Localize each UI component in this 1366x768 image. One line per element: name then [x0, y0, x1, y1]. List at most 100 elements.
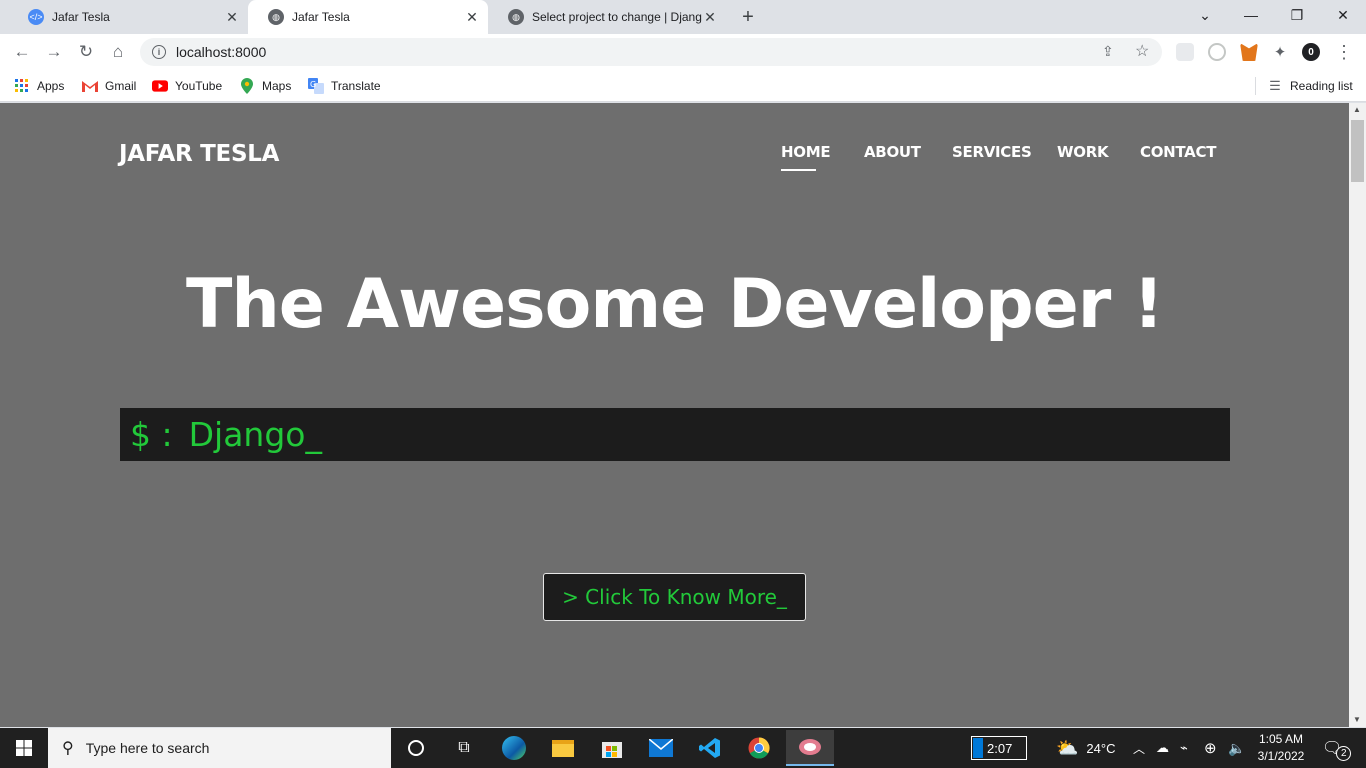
- show-hidden-icons-chevron[interactable]: ︿: [1133, 728, 1145, 768]
- windows-taskbar: ⚲ Type here to search ⧉ 2:07 ⛅ 24°C ︿ ☁ …: [0, 728, 1366, 768]
- bookmark-star-icon[interactable]: ☆: [1135, 41, 1149, 61]
- bookmark-label: Maps: [262, 79, 292, 93]
- active-app-icon[interactable]: [786, 730, 834, 766]
- address-bar[interactable]: i localhost:8000 ⇪ ☆: [140, 38, 1162, 66]
- bookmark-apps[interactable]: Apps: [14, 76, 64, 96]
- minimize-button[interactable]: —: [1228, 0, 1274, 30]
- nav-work[interactable]: WORK: [1057, 143, 1109, 161]
- tab-jafar-tesla-2[interactable]: ◍ Jafar Tesla ✕: [248, 0, 488, 34]
- tab-django-admin[interactable]: ◍ Select project to change | Django ✕: [488, 0, 726, 34]
- nav-about[interactable]: ABOUT: [864, 143, 921, 161]
- new-tab-button[interactable]: +: [736, 5, 760, 29]
- search-placeholder: Type here to search: [85, 740, 210, 756]
- gmail-icon: [82, 78, 98, 94]
- tab-title: Jafar Tesla: [52, 10, 110, 24]
- reading-list-button[interactable]: ☰ Reading list: [1267, 76, 1353, 96]
- bookmarks-bar: Apps Gmail YouTube Maps G Translate ☰ Re…: [0, 70, 1366, 102]
- tab-title: Jafar Tesla: [292, 10, 350, 24]
- task-view-icon[interactable]: ⧉: [440, 732, 488, 764]
- terminal-typed-text: Django_: [188, 415, 322, 454]
- onedrive-icon[interactable]: ☁: [1156, 728, 1169, 768]
- url-text: localhost:8000: [176, 44, 267, 60]
- bookmark-youtube[interactable]: YouTube: [152, 76, 222, 96]
- nav-contact[interactable]: CONTACT: [1140, 143, 1216, 161]
- close-tab-icon[interactable]: ✕: [464, 9, 480, 25]
- vscode-icon[interactable]: [686, 732, 734, 764]
- bookmark-label: YouTube: [175, 79, 223, 93]
- bookmark-translate[interactable]: G Translate: [308, 76, 381, 96]
- back-button[interactable]: ←: [8, 38, 36, 66]
- reload-button[interactable]: ↻: [72, 38, 100, 66]
- terminal-prompt: $ :: [130, 415, 173, 454]
- power-plug-icon[interactable]: ⌁: [1180, 728, 1188, 768]
- extension-circle-icon[interactable]: [1208, 43, 1226, 61]
- site-info-icon[interactable]: i: [152, 45, 166, 59]
- weather-widget[interactable]: ⛅ 24°C: [1056, 728, 1115, 768]
- scroll-down-arrow-icon[interactable]: ▼: [1353, 715, 1361, 724]
- chrome-icon[interactable]: [735, 732, 783, 764]
- file-explorer-icon[interactable]: [539, 732, 587, 764]
- reading-list-icon: ☰: [1269, 78, 1281, 93]
- scroll-up-arrow-icon[interactable]: ▲: [1353, 105, 1361, 114]
- battery-fill-icon: [973, 738, 983, 758]
- home-button[interactable]: ⌂: [104, 38, 132, 66]
- terminal-box: $ : Django_: [120, 408, 1230, 461]
- metamask-fox-icon[interactable]: [1240, 43, 1258, 61]
- scrollbar-thumb[interactable]: [1351, 120, 1364, 182]
- page-scrollbar[interactable]: ▲ ▼: [1349, 103, 1366, 727]
- hero-title: The Awesome Developer !: [185, 265, 1164, 344]
- restore-button[interactable]: ❐: [1274, 0, 1320, 30]
- bookmark-label: Translate: [331, 79, 381, 93]
- windows-logo-icon: [16, 740, 32, 756]
- nav-services[interactable]: SERVICES: [952, 143, 1032, 161]
- extensions-puzzle-icon[interactable]: ✦: [1271, 43, 1289, 61]
- bookmark-label: Gmail: [105, 79, 137, 93]
- clock-time: 1:05 AM: [1258, 732, 1304, 746]
- bookmark-maps[interactable]: Maps: [239, 76, 291, 96]
- microsoft-store-icon[interactable]: [588, 732, 636, 764]
- nav-active-underline: [781, 169, 816, 171]
- page-viewport: JAFAR TESLA HOME ABOUT SERVICES WORK CON…: [0, 103, 1349, 727]
- battery-time: 2:07: [987, 740, 1013, 756]
- translate-icon: G: [308, 78, 324, 94]
- reading-list-label: Reading list: [1290, 79, 1353, 93]
- profile-avatar-icon[interactable]: 0: [1302, 43, 1320, 61]
- svg-text:G: G: [310, 80, 316, 89]
- edge-browser-icon[interactable]: [490, 732, 538, 764]
- menu-kebab-icon[interactable]: ⋮: [1330, 38, 1358, 66]
- nav-home[interactable]: HOME: [781, 143, 831, 161]
- notification-count-badge: 2: [1336, 745, 1352, 761]
- start-button[interactable]: [0, 728, 48, 768]
- notification-center-icon[interactable]: 🗨 2: [1322, 728, 1352, 768]
- share-icon[interactable]: ⇪: [1102, 43, 1114, 60]
- volume-icon[interactable]: 🔈: [1228, 728, 1245, 768]
- bookmarks-divider: [1255, 77, 1256, 95]
- maps-pin-icon: [239, 78, 255, 94]
- browser-tab-strip: </> Jafar Tesla ✕ ◍ Jafar Tesla ✕ ◍ Sele…: [0, 0, 1366, 34]
- cortana-icon[interactable]: [392, 732, 440, 764]
- close-tab-icon[interactable]: ✕: [224, 9, 240, 25]
- close-tab-icon[interactable]: ✕: [702, 9, 718, 25]
- close-window-button[interactable]: ✕: [1320, 0, 1366, 30]
- tab-title: Select project to change | Django: [532, 10, 702, 24]
- search-icon: ⚲: [62, 740, 74, 757]
- know-more-button[interactable]: > Click To Know More_: [543, 573, 806, 621]
- code-favicon-icon: </>: [28, 9, 44, 25]
- browser-toolbar: ← → ↻ ⌂ i localhost:8000 ⇪ ☆ ✦ 0 ⋮: [0, 34, 1366, 70]
- site-brand[interactable]: JAFAR TESLA: [119, 141, 279, 167]
- bookmark-gmail[interactable]: Gmail: [82, 76, 136, 96]
- network-globe-icon[interactable]: ⊕: [1204, 728, 1217, 768]
- battery-indicator[interactable]: 2:07: [971, 736, 1027, 760]
- taskbar-search-box[interactable]: ⚲ Type here to search: [48, 728, 391, 768]
- clock[interactable]: 1:05 AM 3/1/2022: [1254, 728, 1308, 768]
- globe-favicon-icon: ◍: [508, 9, 524, 25]
- apps-grid-icon: [14, 78, 30, 94]
- tab-jafar-tesla-1[interactable]: </> Jafar Tesla ✕: [8, 0, 248, 34]
- youtube-icon: [152, 78, 168, 94]
- clock-date: 3/1/2022: [1257, 749, 1305, 763]
- tab-search-icon[interactable]: ⌄: [1182, 0, 1228, 30]
- extension-grey-icon[interactable]: [1176, 43, 1194, 61]
- mail-icon[interactable]: [637, 732, 685, 764]
- weather-temperature: 24°C: [1086, 740, 1116, 756]
- forward-button[interactable]: →: [40, 38, 68, 66]
